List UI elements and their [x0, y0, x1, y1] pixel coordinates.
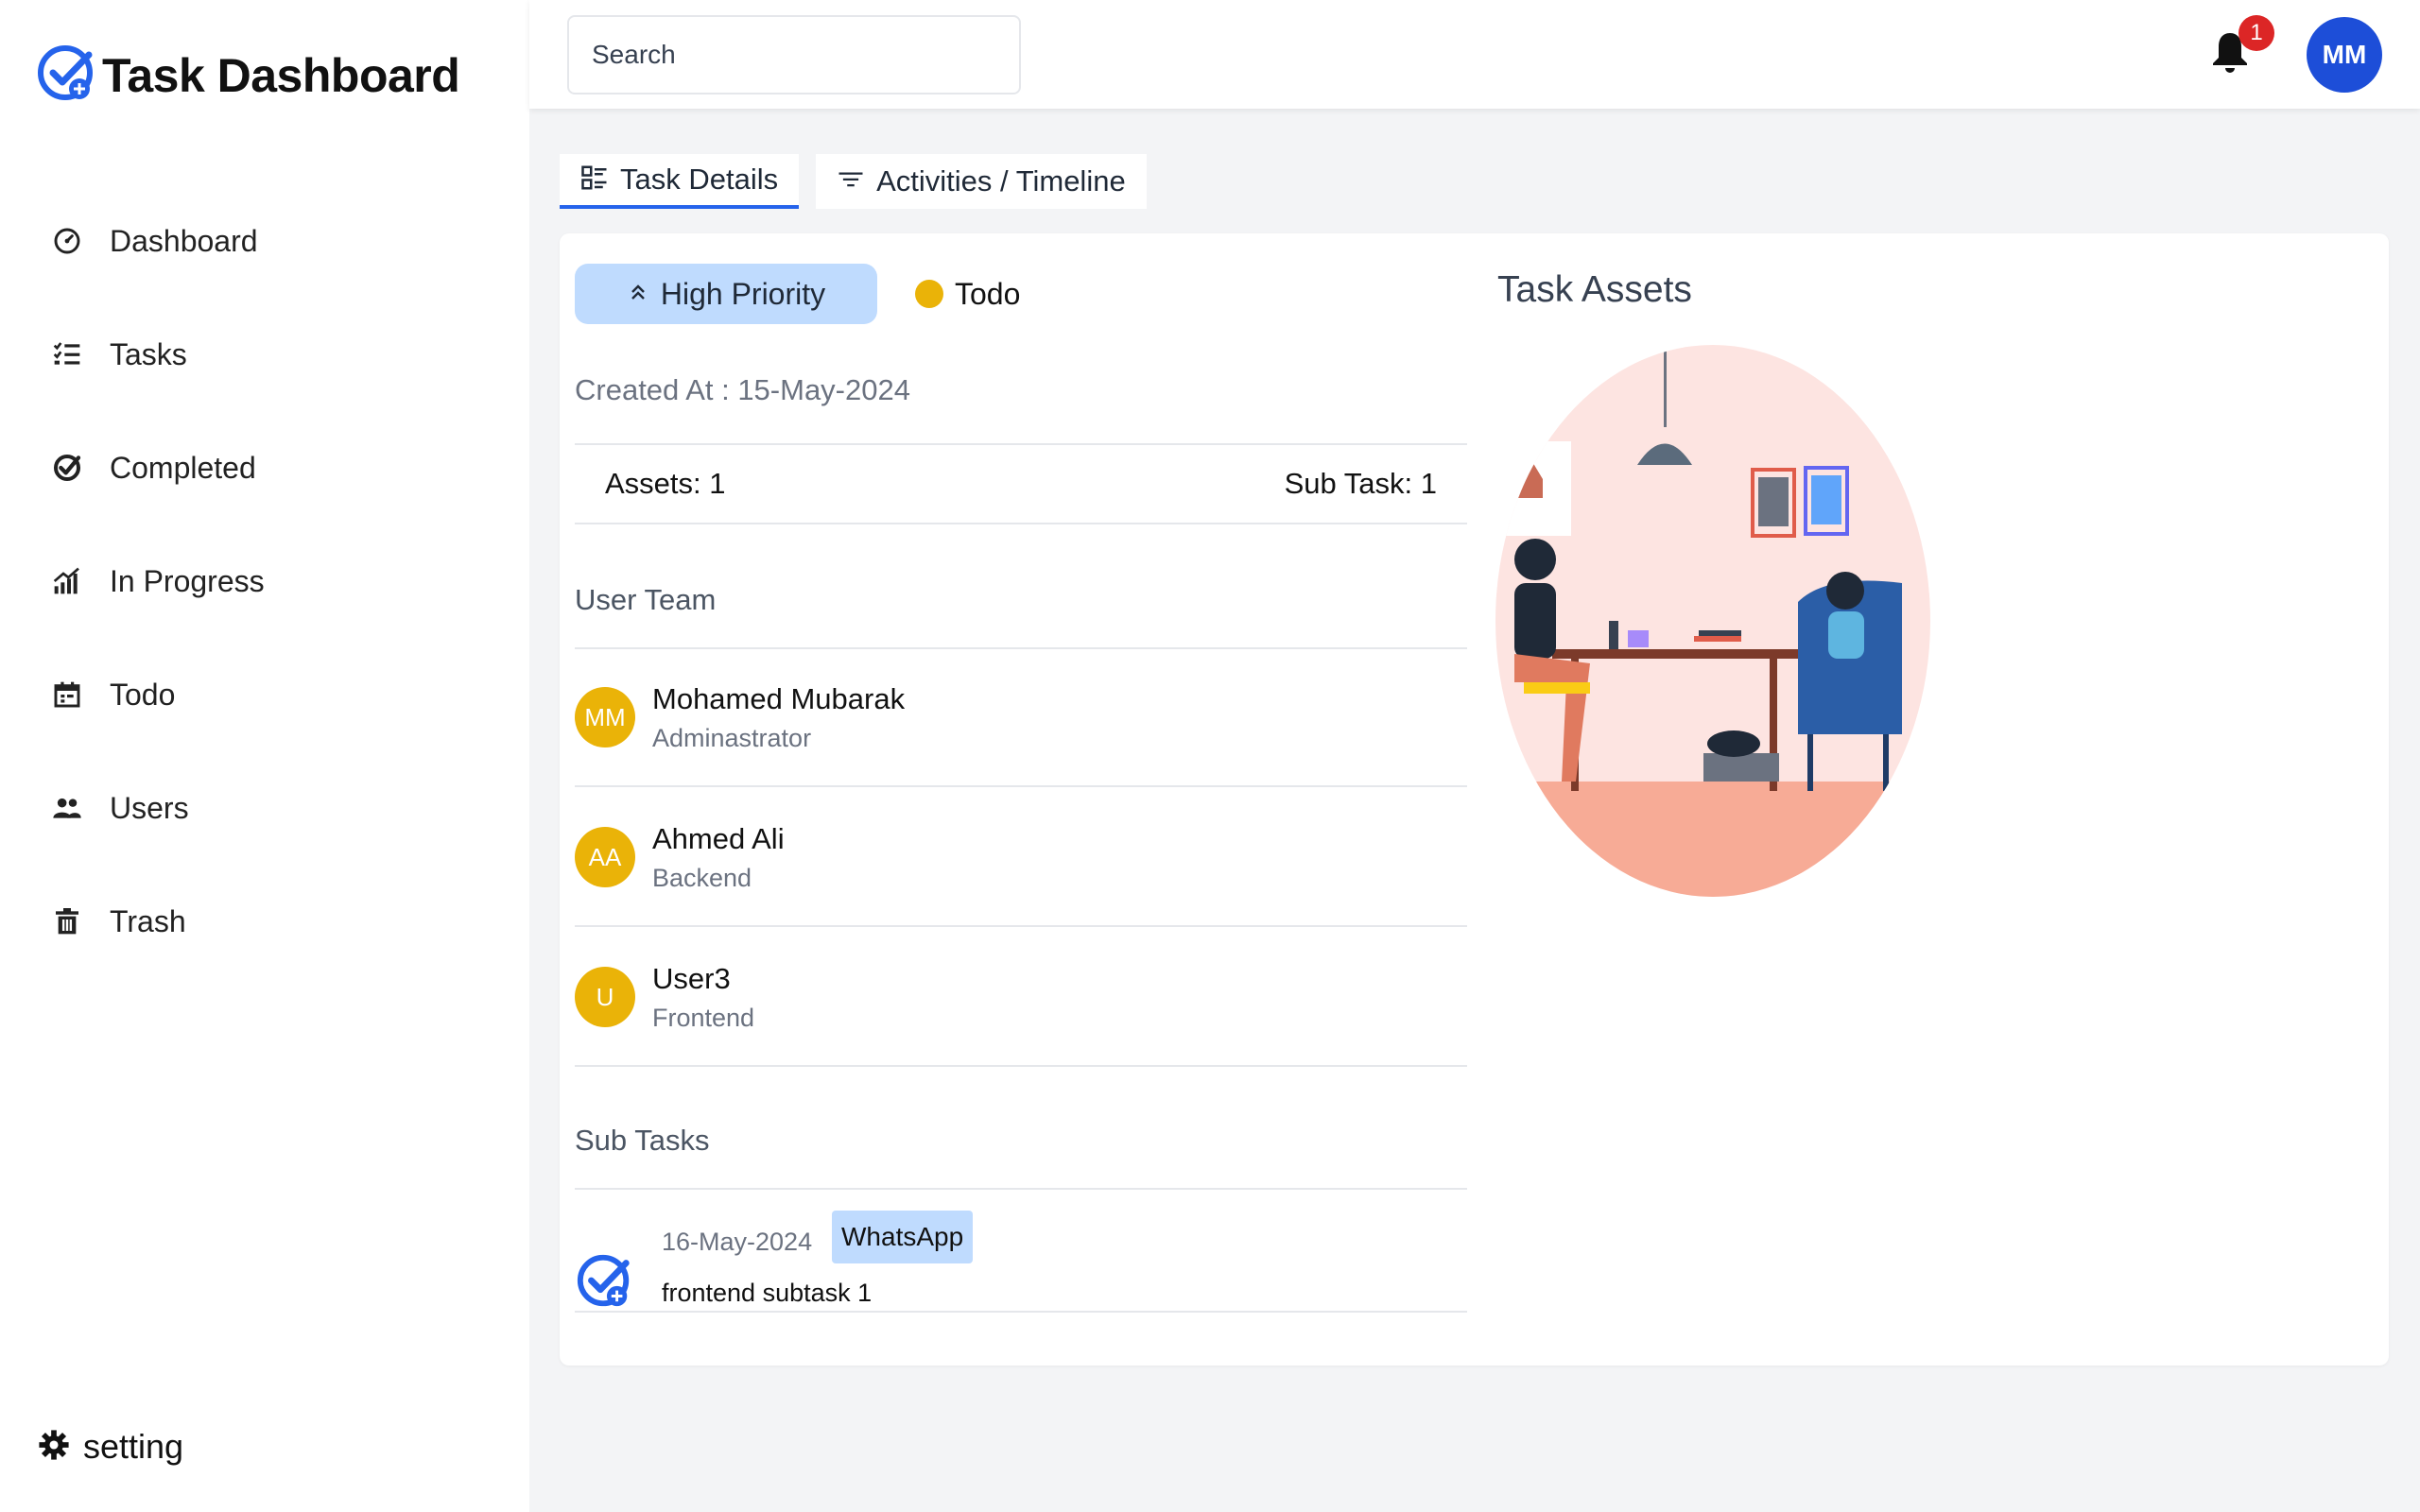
sidebar-item-label: In Progress: [110, 563, 265, 598]
priority-badge: High Priority: [575, 264, 877, 324]
todo-icon: [51, 679, 83, 711]
priority-status-row: High Priority Todo: [575, 264, 1020, 324]
member-avatar: AA: [575, 827, 635, 887]
member-avatar: MM: [575, 687, 635, 747]
member-name: User3: [652, 961, 731, 995]
created-at: Created At : 15-May-2024: [575, 373, 910, 406]
priority-label: High Priority: [660, 276, 826, 311]
subtask-title: frontend subtask 1: [662, 1279, 873, 1307]
bell-icon: [2207, 33, 2253, 79]
sidebar-item-todo[interactable]: Todo: [0, 638, 529, 751]
sidebar-item-trash[interactable]: Trash: [0, 865, 529, 978]
status-indicator: Todo: [915, 277, 1020, 312]
divider: [575, 1188, 1467, 1190]
sidebar-item-label: Dashboard: [110, 223, 258, 258]
in-progress-icon: [51, 565, 83, 597]
assets-count: Assets: 1: [605, 467, 726, 500]
task-tabs: Task Details Activities / Timeline: [560, 154, 1147, 209]
sidebar-item-completed[interactable]: Completed: [0, 411, 529, 524]
member-name: Mohamed Mubarak: [652, 681, 906, 715]
sidebar-item-label: Tasks: [110, 336, 187, 371]
setting-label: setting: [83, 1427, 184, 1466]
dashboard-icon: [51, 225, 83, 257]
sidebar: Task Dashboard Dashboard Tasks Completed…: [0, 0, 529, 1512]
member-info: User3 Frontend: [652, 962, 754, 1033]
tab-label: Activities / Timeline: [876, 164, 1126, 198]
gear-icon: [38, 1429, 70, 1466]
app-title: Task Dashboard: [102, 48, 460, 102]
member-role: Backend: [652, 863, 752, 892]
user-avatar[interactable]: MM: [2307, 17, 2382, 93]
sidebar-item-label: Completed: [110, 450, 256, 485]
member-role: Adminastrator: [652, 723, 812, 752]
sidebar-item-tasks[interactable]: Tasks: [0, 298, 529, 411]
trash-icon: [51, 905, 83, 937]
sidebar-item-users[interactable]: Users: [0, 751, 529, 865]
task-asset-image[interactable]: [1486, 337, 1940, 904]
list-details-icon: [580, 163, 609, 197]
team-member: MM Mohamed Mubarak Adminastrator: [575, 649, 1467, 787]
member-name: Ahmed Ali: [652, 821, 785, 855]
sidebar-item-label: Trash: [110, 903, 186, 938]
subtask-item: 16-May-2024 WhatsApp frontend subtask 1: [575, 1192, 1467, 1313]
users-icon: [51, 792, 83, 824]
member-info: Mohamed Mubarak Adminastrator: [652, 682, 905, 753]
tab-label: Task Details: [620, 163, 779, 196]
sub-tasks-title: Sub Tasks: [575, 1124, 710, 1157]
task-assets-title: Task Assets: [1497, 269, 1692, 310]
member-avatar: U: [575, 967, 635, 1027]
subtask-count: Sub Task: 1: [1284, 467, 1437, 500]
task-counts-row: Assets: 1 Sub Task: 1: [575, 443, 1467, 524]
subtask-check-icon: [575, 1250, 635, 1311]
brand[interactable]: Task Dashboard: [36, 42, 460, 109]
sidebar-item-label: Users: [110, 790, 189, 825]
user-team-title: User Team: [575, 583, 717, 616]
top-header: 1 MM: [529, 0, 2420, 109]
team-member: AA Ahmed Ali Backend: [575, 789, 1467, 927]
team-member: U User3 Frontend: [575, 929, 1467, 1067]
member-role: Frontend: [652, 1003, 755, 1032]
sidebar-nav: Dashboard Tasks Completed In Progress To…: [0, 184, 529, 978]
status-dot: [915, 280, 943, 308]
task-detail-card: High Priority Todo Created At : 15-May-2…: [560, 233, 2389, 1366]
completed-icon: [51, 452, 83, 484]
search-input[interactable]: [567, 15, 1021, 94]
tab-activities-timeline[interactable]: Activities / Timeline: [816, 154, 1147, 209]
filter-icon: [837, 165, 865, 198]
sidebar-item-label: Todo: [110, 677, 176, 712]
double-chevron-up-icon: [627, 281, 649, 308]
setting-button[interactable]: setting: [38, 1427, 183, 1467]
sidebar-item-in-progress[interactable]: In Progress: [0, 524, 529, 638]
tab-task-details[interactable]: Task Details: [560, 154, 800, 209]
notification-badge: 1: [2238, 15, 2274, 51]
sidebar-item-dashboard[interactable]: Dashboard: [0, 184, 529, 298]
subtask-tag: WhatsApp: [832, 1211, 974, 1263]
subtask-date: 16-May-2024: [662, 1228, 813, 1256]
status-label: Todo: [955, 276, 1021, 311]
tasks-icon: [51, 338, 83, 370]
member-info: Ahmed Ali Backend: [652, 822, 785, 893]
brand-logo-icon: [36, 42, 98, 109]
